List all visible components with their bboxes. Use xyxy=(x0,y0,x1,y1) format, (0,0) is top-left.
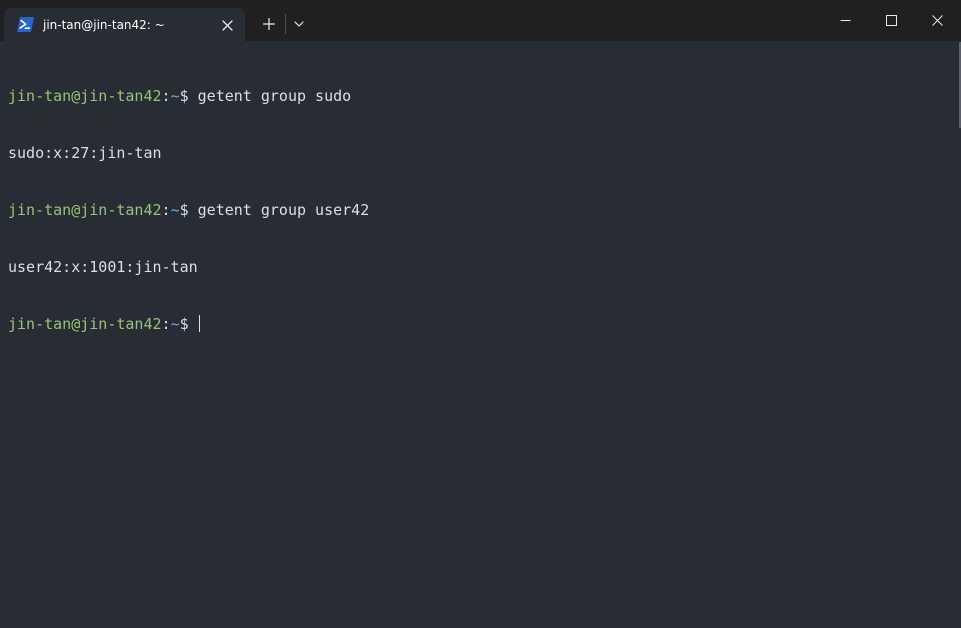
prompt-user: jin-tan@jin-tan42 xyxy=(8,315,162,333)
maximize-button[interactable] xyxy=(868,0,914,41)
command-text: getent group user42 xyxy=(197,201,370,219)
text-cursor xyxy=(198,315,201,332)
prompt-symbol: $ xyxy=(179,201,198,219)
plus-icon xyxy=(263,18,275,30)
prompt-user: jin-tan@jin-tan42 xyxy=(8,87,162,105)
prompt-separator: : xyxy=(161,315,171,333)
tab-title: jin-tan@jin-tan42: ~ xyxy=(43,18,165,32)
prompt-path: ~ xyxy=(170,315,180,333)
terminal-line-prompt-active: jin-tan@jin-tan42:~$ xyxy=(8,315,961,334)
terminal-output[interactable]: jin-tan@jin-tan42:~$ getent group sudo s… xyxy=(0,41,961,628)
close-icon xyxy=(931,15,943,26)
close-window-button[interactable] xyxy=(914,0,960,41)
profile-dropdown-button[interactable] xyxy=(289,14,309,34)
terminal-line-prompt: jin-tan@jin-tan42:~$ getent group sudo xyxy=(8,87,961,106)
terminal-line-prompt: jin-tan@jin-tan42:~$ getent group user42 xyxy=(8,201,961,220)
maximize-icon xyxy=(885,15,897,26)
close-icon xyxy=(221,19,233,31)
prompt-separator: : xyxy=(161,87,171,105)
title-bar[interactable]: jin-tan@jin-tan42: ~ xyxy=(0,0,961,41)
prompt-user: jin-tan@jin-tan42 xyxy=(8,201,162,219)
minimize-icon xyxy=(840,20,850,21)
prompt-path: ~ xyxy=(170,201,180,219)
terminal-window: jin-tan@jin-tan42: ~ jin-tan@jin-tan42:~… xyxy=(0,0,961,628)
tab-separator xyxy=(285,14,286,34)
tab-close-button[interactable] xyxy=(218,16,236,34)
terminal-line-output: user42:x:1001:jin-tan xyxy=(8,258,198,276)
terminal-line-output: sudo:x:27:jin-tan xyxy=(8,144,162,162)
new-tab-button[interactable] xyxy=(258,14,280,34)
prompt-separator: : xyxy=(161,201,171,219)
prompt-symbol: $ xyxy=(179,315,198,333)
terminal-tab[interactable]: jin-tan@jin-tan42: ~ xyxy=(4,8,245,41)
minimize-button[interactable] xyxy=(822,0,868,41)
prompt-path: ~ xyxy=(170,87,180,105)
chevron-down-icon xyxy=(294,21,304,27)
command-text: getent group sudo xyxy=(197,87,352,105)
prompt-symbol: $ xyxy=(179,87,198,105)
powershell-icon xyxy=(17,17,34,32)
